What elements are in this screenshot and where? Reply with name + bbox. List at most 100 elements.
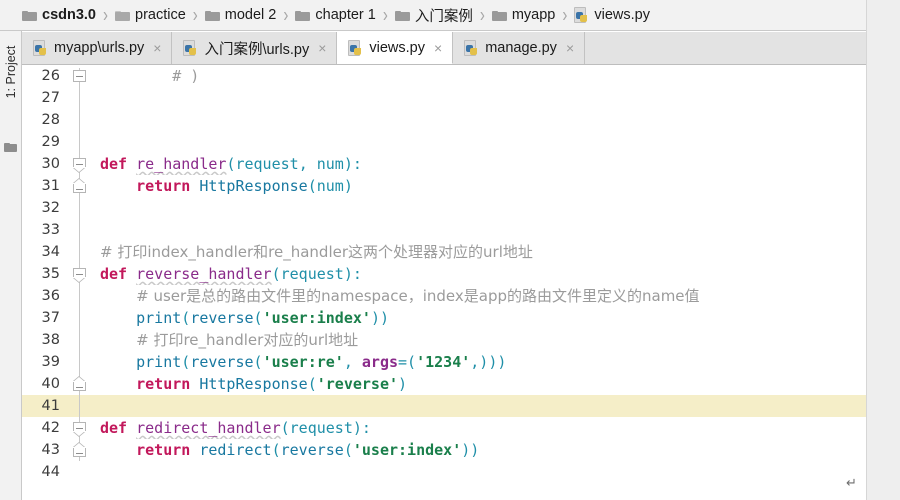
fold-gutter-cell[interactable] xyxy=(68,461,92,483)
breadcrumb-item[interactable]: 入门案例 xyxy=(394,0,473,30)
editor-tab[interactable]: views.py × xyxy=(337,32,454,64)
breadcrumb-item[interactable]: practice xyxy=(115,0,186,30)
fold-gutter-cell[interactable] xyxy=(68,373,92,395)
editor-tab[interactable]: myapp\urls.py × xyxy=(22,32,173,64)
fold-guide-line xyxy=(79,351,80,373)
breadcrumb-separator-icon: › xyxy=(382,3,388,27)
line-number[interactable]: 40 xyxy=(22,376,68,392)
code-line[interactable]: 35 def reverse_handler(request): xyxy=(22,263,866,285)
fold-gutter-cell[interactable] xyxy=(68,65,92,87)
fold-guide-line xyxy=(79,109,80,131)
code-line[interactable]: 40 return HttpResponse('reverse') xyxy=(22,373,866,395)
fold-gutter-cell[interactable] xyxy=(68,131,92,153)
line-number[interactable]: 28 xyxy=(22,112,68,128)
breadcrumb-item[interactable]: csdn3.0 xyxy=(22,0,96,30)
fold-gutter-cell[interactable] xyxy=(68,87,92,109)
fold-gutter-cell[interactable] xyxy=(68,219,92,241)
line-number[interactable]: 43 xyxy=(22,442,68,458)
code-line-text: print(reverse('user:re', args=('1234',))… xyxy=(136,353,507,371)
fold-collapse-icon[interactable] xyxy=(73,70,86,82)
line-number[interactable]: 29 xyxy=(22,134,68,150)
code-line[interactable]: 39 print(reverse('user:re', args=('1234'… xyxy=(22,351,866,373)
code-comment: # user是总的路由文件里的namespace，index是app的路由文件里… xyxy=(136,287,700,305)
code-line[interactable]: 26 # ) xyxy=(22,65,866,87)
line-number[interactable]: 27 xyxy=(22,90,68,106)
code-line[interactable]: 33 xyxy=(22,219,866,241)
close-icon[interactable]: × xyxy=(317,41,327,55)
code-line-text xyxy=(92,219,866,241)
line-number[interactable]: 31 xyxy=(22,178,68,194)
fold-gutter-cell[interactable] xyxy=(68,307,92,329)
line-number[interactable]: 39 xyxy=(22,354,68,370)
editor-tab-label: manage.py xyxy=(485,40,557,56)
fold-gutter-cell[interactable] xyxy=(68,175,92,197)
fold-collapse-icon[interactable] xyxy=(73,422,86,431)
folder-icon[interactable] xyxy=(4,141,17,152)
line-number[interactable]: 38 xyxy=(22,332,68,348)
code-line[interactable]: 41 xyxy=(22,395,866,417)
code-line[interactable]: 34 # 打印index_handler和re_handler这两个处理器对应的u… xyxy=(22,241,866,263)
close-icon[interactable]: × xyxy=(152,41,162,55)
fold-gutter-cell[interactable] xyxy=(68,329,92,351)
folder-icon xyxy=(204,9,220,21)
code-line[interactable]: 42 def redirect_handler(request): xyxy=(22,417,866,439)
line-number[interactable]: 33 xyxy=(22,222,68,238)
editor-tab[interactable]: manage.py × xyxy=(453,32,586,64)
code-line[interactable]: 37 print(reverse('user:index')) xyxy=(22,307,866,329)
code-line-text xyxy=(92,197,866,219)
editor-tab-label: myapp\urls.py xyxy=(54,40,145,56)
line-number[interactable]: 30 xyxy=(22,156,68,172)
folder-icon xyxy=(491,9,507,21)
fold-gutter-cell[interactable] xyxy=(68,285,92,307)
line-number[interactable]: 44 xyxy=(22,464,68,480)
fold-gutter-cell[interactable] xyxy=(68,153,92,175)
code-line[interactable]: 38 # 打印re_handler对应的url地址 xyxy=(22,329,866,351)
breadcrumb-item-label: chapter 1 xyxy=(315,7,376,23)
fold-gutter-cell[interactable] xyxy=(68,351,92,373)
line-number[interactable]: 37 xyxy=(22,310,68,326)
line-number[interactable]: 36 xyxy=(22,288,68,304)
breadcrumb-item-label: myapp xyxy=(511,7,556,23)
line-number[interactable]: 42 xyxy=(22,420,68,436)
fold-block-end-icon[interactable] xyxy=(73,448,86,457)
editor-tab[interactable]: 入门案例\urls.py × xyxy=(172,32,338,64)
end-of-file-return-icon: ↵ xyxy=(846,476,857,491)
code-line[interactable]: 29 xyxy=(22,131,866,153)
breadcrumb-item[interactable]: views.py xyxy=(574,0,650,30)
folder-open-icon xyxy=(115,9,130,21)
pycharm-editor-window: csdn3.0 › practice › model 2 › chapter 1 › 入门案例 ›… xyxy=(0,0,900,500)
code-editor[interactable]: 26 # ) 27 28 29 30 def re_handler(request, nu… xyxy=(22,65,866,500)
code-line[interactable]: 44 xyxy=(22,461,866,483)
fold-gutter-cell[interactable] xyxy=(68,439,92,461)
fold-collapse-icon[interactable] xyxy=(73,268,86,277)
code-line[interactable]: 30 def re_handler(request, num): xyxy=(22,153,866,175)
line-number[interactable]: 32 xyxy=(22,200,68,216)
line-number[interactable]: 35 xyxy=(22,266,68,282)
code-line[interactable]: 43 return redirect(reverse('user:index')… xyxy=(22,439,866,461)
fold-gutter-cell[interactable] xyxy=(68,417,92,439)
fold-gutter-cell[interactable] xyxy=(68,395,92,417)
close-icon[interactable]: × xyxy=(433,41,443,55)
close-icon[interactable]: × xyxy=(565,41,575,55)
code-line[interactable]: 28 xyxy=(22,109,866,131)
code-line-text: def reverse_handler(request): xyxy=(100,265,362,283)
sidebar-item-project[interactable]: 1: Project xyxy=(4,35,18,109)
fold-gutter-cell[interactable] xyxy=(68,197,92,219)
breadcrumb-item[interactable]: myapp xyxy=(491,0,556,30)
fold-block-end-icon[interactable] xyxy=(73,382,86,391)
code-line[interactable]: 36 # user是总的路由文件里的namespace，index是app的路由… xyxy=(22,285,866,307)
code-line[interactable]: 27 xyxy=(22,87,866,109)
breadcrumb-item[interactable]: chapter 1 xyxy=(295,0,376,30)
code-comment: # ) xyxy=(172,67,200,85)
code-line[interactable]: 32 xyxy=(22,197,866,219)
breadcrumb-item[interactable]: model 2 xyxy=(204,0,276,30)
line-number[interactable]: 34 xyxy=(22,244,68,260)
fold-gutter-cell[interactable] xyxy=(68,263,92,285)
code-line[interactable]: 31 return HttpResponse(num) xyxy=(22,175,866,197)
line-number[interactable]: 26 xyxy=(22,68,68,84)
fold-gutter-cell[interactable] xyxy=(68,241,92,263)
fold-gutter-cell[interactable] xyxy=(68,109,92,131)
fold-collapse-icon[interactable] xyxy=(73,158,86,167)
fold-block-end-icon[interactable] xyxy=(73,184,86,193)
line-number[interactable]: 41 xyxy=(22,398,68,414)
